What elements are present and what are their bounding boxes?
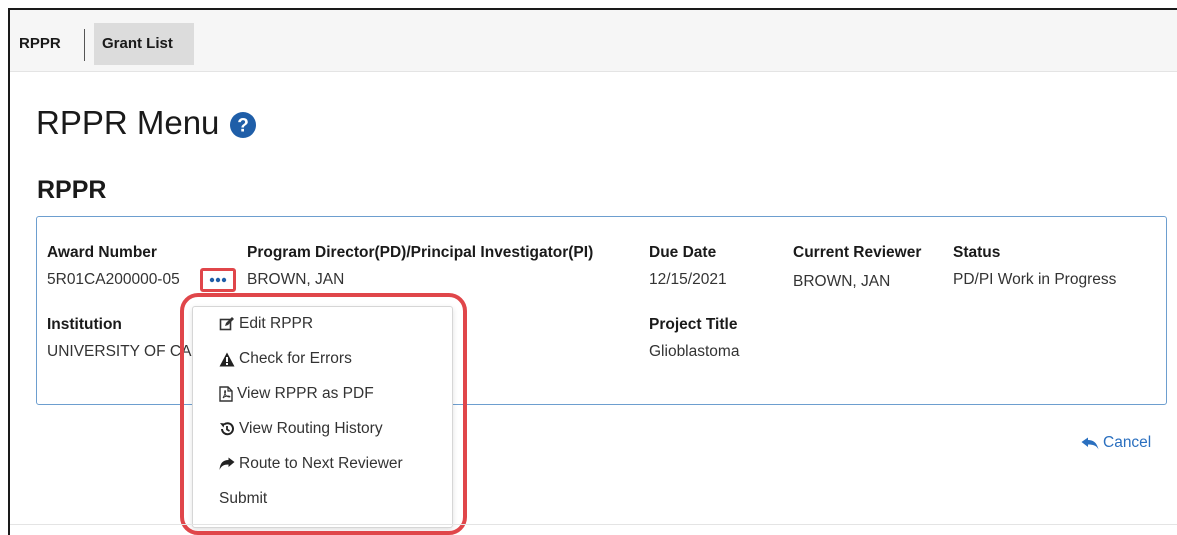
page-title-row: RPPR Menu ? [36,104,257,142]
due-date-label: Due Date [649,244,717,261]
institution-label: Institution [47,316,122,333]
pd-pi-value: BROWN, JAN [247,271,345,288]
current-reviewer-label: Current Reviewer [793,244,922,261]
institution-value: UNIVERSITY OF CA [47,343,192,360]
breadcrumb-grant-list[interactable]: Grant List [94,23,194,65]
svg-text:?: ? [238,116,250,137]
due-date-value: 12/15/2021 [649,271,727,288]
bottom-divider [10,524,1177,525]
pd-pi-label: Program Director(PD)/Principal Investiga… [247,244,594,261]
breadcrumb-separator [84,29,85,61]
menu-highlight-outline [180,293,467,535]
status-label: Status [953,244,1001,261]
cancel-label: Cancel [1103,434,1152,451]
help-icon[interactable]: ? [229,109,257,138]
status-value: PD/PI Work in Progress [953,271,1117,288]
award-number-value: 5R01CA200000-05 [47,271,180,288]
ellipsis-icon [209,277,227,283]
project-title-label: Project Title [649,316,738,333]
breadcrumb-rppr[interactable]: RPPR [19,35,61,52]
cancel-link[interactable]: Cancel [1081,434,1151,452]
page-title: RPPR Menu [36,104,220,141]
more-actions-button[interactable] [200,268,236,292]
reply-arrow-icon [1081,437,1099,449]
section-title: RPPR [37,176,107,204]
award-number-label: Award Number [47,244,157,261]
current-reviewer-value: BROWN, JAN [793,273,891,290]
project-title-value: Glioblastoma [649,343,740,360]
